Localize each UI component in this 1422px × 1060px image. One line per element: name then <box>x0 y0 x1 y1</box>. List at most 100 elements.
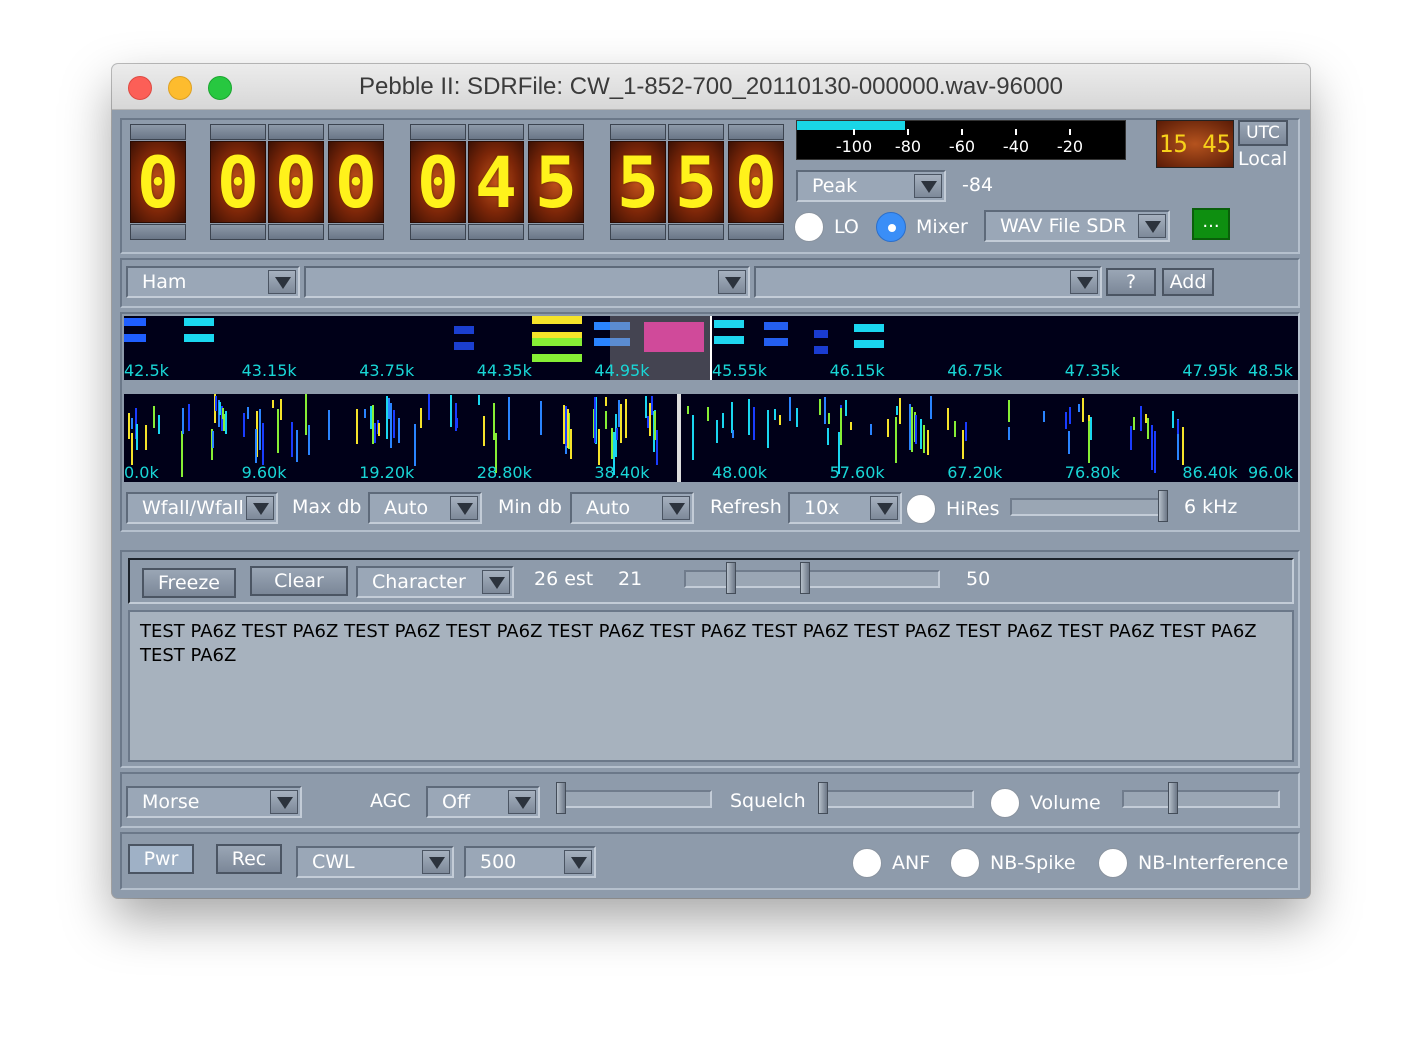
digit-up-button[interactable] <box>528 124 584 140</box>
digit-down-button[interactable] <box>668 224 724 240</box>
record-button[interactable]: Rec <box>216 844 282 874</box>
clock-time: 15 45 <box>1158 130 1232 158</box>
full-waterfall[interactable]: 0.0k 9.60k 19.20k 28.80k 38.40k 48.00k 57.60k 6… <box>124 394 1298 482</box>
chevron-down-icon[interactable] <box>246 496 274 520</box>
frequency-digit[interactable]: 0 <box>728 124 784 240</box>
nb-spike-radio[interactable] <box>950 848 980 878</box>
digit-down-button[interactable] <box>610 224 666 240</box>
digit-up-button[interactable] <box>130 124 186 140</box>
lo-radio[interactable] <box>794 212 824 242</box>
freeze-button[interactable]: Freeze <box>142 568 236 598</box>
device-select[interactable]: WAV File SDR <box>984 210 1170 242</box>
digit-down-button[interactable] <box>130 224 186 240</box>
digit-down-button[interactable] <box>528 224 584 240</box>
signal-trace <box>1088 421 1090 463</box>
decode-unit-select[interactable]: Character <box>356 566 514 598</box>
chevron-down-icon[interactable] <box>422 850 450 874</box>
device-settings-button[interactable]: ... <box>1192 208 1230 240</box>
frequency-digit[interactable]: 0 <box>210 124 266 240</box>
utc-button[interactable]: UTC <box>1238 120 1288 146</box>
frequency-digit[interactable]: 4 <box>468 124 524 240</box>
hires-radio[interactable] <box>906 494 936 524</box>
filter-bandwidth-select[interactable]: 500 <box>464 846 596 878</box>
frequency-digit[interactable]: 0 <box>410 124 466 240</box>
agc-select[interactable]: Off <box>426 786 540 818</box>
refresh-select[interactable]: 10x <box>788 492 902 524</box>
wpm-slider-min-thumb[interactable] <box>726 562 736 594</box>
add-button[interactable]: Add <box>1162 268 1214 296</box>
frequency-digit[interactable]: 0 <box>130 124 186 240</box>
volume-slider[interactable] <box>1122 790 1280 808</box>
chevron-down-icon[interactable] <box>482 570 510 594</box>
signal-trace <box>1172 411 1174 428</box>
digit-up-button[interactable] <box>468 124 524 140</box>
decoder-mode-select[interactable]: Morse <box>126 786 302 818</box>
frequency-digit[interactable]: 5 <box>668 124 724 240</box>
local-label[interactable]: Local <box>1238 148 1287 170</box>
frequency-digit[interactable]: 0 <box>268 124 324 240</box>
digit-down-button[interactable] <box>410 224 466 240</box>
chevron-down-icon[interactable] <box>914 174 942 198</box>
frequency-digit[interactable]: 5 <box>610 124 666 240</box>
signal-trace <box>136 424 138 450</box>
max-db-select[interactable]: Auto <box>368 492 482 524</box>
wpm-slider[interactable] <box>684 570 940 588</box>
digit-value: 5 <box>668 141 724 224</box>
volume-mute-radio[interactable] <box>990 788 1020 818</box>
digit-up-button[interactable] <box>210 124 266 140</box>
agc-slider[interactable] <box>556 790 712 808</box>
refresh-label: Refresh <box>710 496 782 518</box>
digit-up-button[interactable] <box>728 124 784 140</box>
digit-value: 5 <box>610 141 666 224</box>
digit-up-button[interactable] <box>610 124 666 140</box>
volume-slider-thumb[interactable] <box>1168 782 1178 814</box>
frequency-tick-label: 9.60k <box>241 463 287 482</box>
digit-down-button[interactable] <box>210 224 266 240</box>
chevron-down-icon[interactable] <box>1070 270 1098 294</box>
chevron-down-icon[interactable] <box>564 850 592 874</box>
display-mode-select[interactable]: Wfall/Wfall <box>126 492 278 524</box>
digit-down-button[interactable] <box>328 224 384 240</box>
chevron-down-icon[interactable] <box>450 496 478 520</box>
digit-up-button[interactable] <box>328 124 384 140</box>
digit-up-button[interactable] <box>410 124 466 140</box>
wpm-slider-max-thumb[interactable] <box>800 562 810 594</box>
power-button[interactable]: Pwr <box>128 844 194 874</box>
anf-radio[interactable] <box>852 848 882 878</box>
span-slider-thumb[interactable] <box>1158 490 1168 522</box>
digit-down-button[interactable] <box>728 224 784 240</box>
chevron-down-icon[interactable] <box>270 790 298 814</box>
clear-button[interactable]: Clear <box>250 566 348 596</box>
agc-slider-thumb[interactable] <box>556 782 566 814</box>
decoded-text-area[interactable]: TEST PA6Z TEST PA6Z TEST PA6Z TEST PA6Z … <box>128 610 1294 762</box>
chevron-down-icon[interactable] <box>662 496 690 520</box>
span-slider[interactable] <box>1010 498 1166 516</box>
nb-interference-label: NB-Interference <box>1138 852 1289 874</box>
digit-up-button[interactable] <box>668 124 724 140</box>
chevron-down-icon[interactable] <box>268 270 296 294</box>
demod-mode-select[interactable]: CWL <box>296 846 454 878</box>
band-select[interactable]: Ham <box>126 266 300 298</box>
meter-mode-select[interactable]: Peak <box>796 170 946 202</box>
squelch-slider-thumb[interactable] <box>818 782 828 814</box>
digit-down-button[interactable] <box>268 224 324 240</box>
chevron-down-icon[interactable] <box>1138 214 1166 238</box>
digit-down-button[interactable] <box>468 224 524 240</box>
chevron-down-icon[interactable] <box>718 270 746 294</box>
signal-trace <box>1182 427 1184 465</box>
min-db-select[interactable]: Auto <box>570 492 694 524</box>
squelch-slider[interactable] <box>820 790 974 808</box>
nb-spike-label: NB-Spike <box>990 852 1076 874</box>
frequency-digit[interactable]: 5 <box>528 124 584 240</box>
chevron-down-icon[interactable] <box>870 496 898 520</box>
chevron-down-icon[interactable] <box>508 790 536 814</box>
station-select[interactable] <box>754 266 1102 298</box>
help-button[interactable]: ? <box>1106 268 1156 296</box>
mixer-radio[interactable] <box>876 212 906 242</box>
frequency-digit[interactable]: 0 <box>328 124 384 240</box>
nb-interference-radio[interactable] <box>1098 848 1128 878</box>
max-db-value: Auto <box>384 497 429 519</box>
digit-up-button[interactable] <box>268 124 324 140</box>
sub-band-select[interactable] <box>304 266 750 298</box>
zoomed-waterfall[interactable]: 42.5k 43.15k 43.75k 44.35k 44.95k 45.55k 46.15… <box>124 316 1298 380</box>
